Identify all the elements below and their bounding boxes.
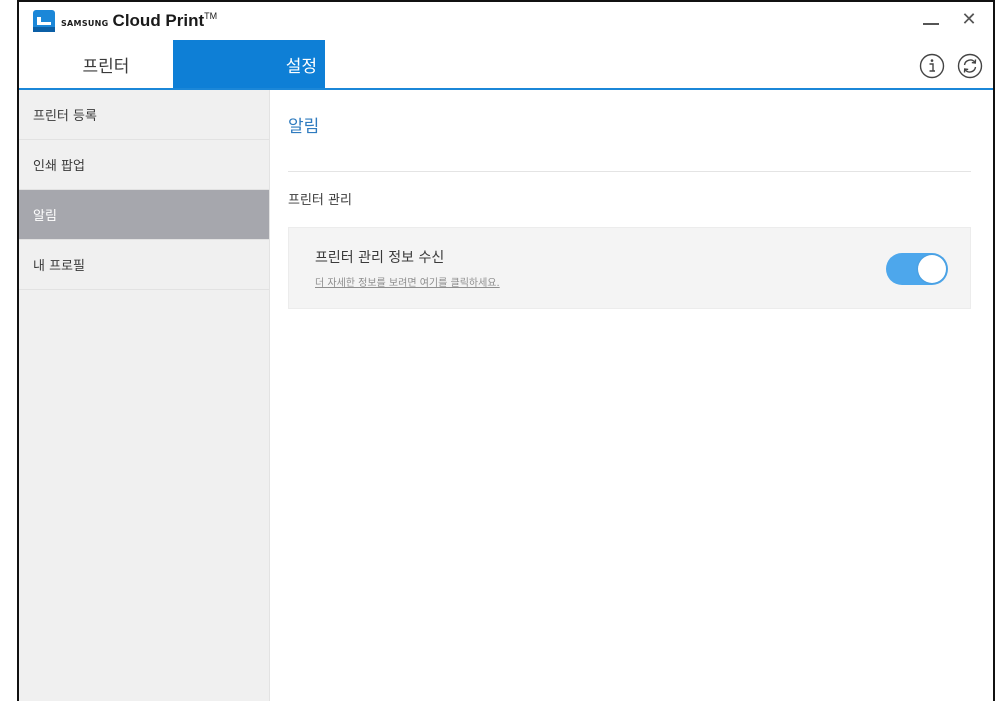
card-title: 프린터 관리 정보 수신	[315, 250, 445, 266]
sidebar-item-notifications[interactable]: 알림	[19, 190, 269, 240]
printer-management-card: 프린터 관리 정보 수신 더 자세한 정보를 보려면 여기를 클릭하세요.	[288, 227, 971, 309]
title-divider	[288, 171, 971, 172]
sidebar-item-label: 인쇄 팝업	[33, 159, 85, 174]
sidebar-item-label: 알림	[33, 209, 57, 224]
tab-settings[interactable]: 설정	[173, 40, 325, 88]
app-brand: SAMSUNG Cloud Print TM	[61, 11, 217, 31]
tab-bar: 프린터 설정	[19, 40, 993, 90]
sidebar-item-label: 프린터 등록	[33, 109, 97, 124]
close-button[interactable]: ✕	[951, 4, 987, 34]
minimize-button[interactable]	[913, 4, 949, 34]
tab-printer-label: 프린터	[82, 56, 130, 77]
brand-name: Cloud Print	[112, 11, 205, 30]
page-title: 알림	[288, 117, 320, 137]
tab-printer[interactable]: 프린터	[35, 40, 177, 88]
brand-trademark: TM	[204, 11, 218, 21]
cloud-print-logo-icon	[33, 10, 55, 32]
title-bar: SAMSUNG Cloud Print TM ✕	[19, 2, 993, 40]
sidebar-item-print-popup[interactable]: 인쇄 팝업	[19, 140, 269, 190]
close-icon: ✕	[961, 8, 977, 30]
app-window: SAMSUNG Cloud Print TM ✕ 프린터 설정 프린터 등록 인…	[17, 0, 995, 701]
main-content: 알림 프린터 관리 프린터 관리 정보 수신 더 자세한 정보를 보려면 여기를…	[270, 90, 993, 701]
section-title: 프린터 관리	[288, 193, 352, 208]
sidebar-item-label: 내 프로필	[33, 259, 85, 274]
printer-management-toggle[interactable]	[886, 253, 948, 285]
sidebar-item-my-profile[interactable]: 내 프로필	[19, 240, 269, 290]
more-info-link[interactable]: 더 자세한 정보를 보려면 여기를 클릭하세요.	[315, 274, 500, 289]
sidebar-item-printer-registration[interactable]: 프린터 등록	[19, 90, 269, 140]
settings-sidebar: 프린터 등록 인쇄 팝업 알림 내 프로필	[19, 90, 270, 701]
minimize-icon	[923, 23, 939, 25]
tab-settings-label: 설정	[285, 56, 317, 77]
refresh-icon[interactable]	[957, 53, 983, 79]
toggle-knob	[918, 255, 946, 283]
brand-samsung: SAMSUNG	[61, 19, 109, 28]
info-icon[interactable]	[919, 53, 945, 79]
